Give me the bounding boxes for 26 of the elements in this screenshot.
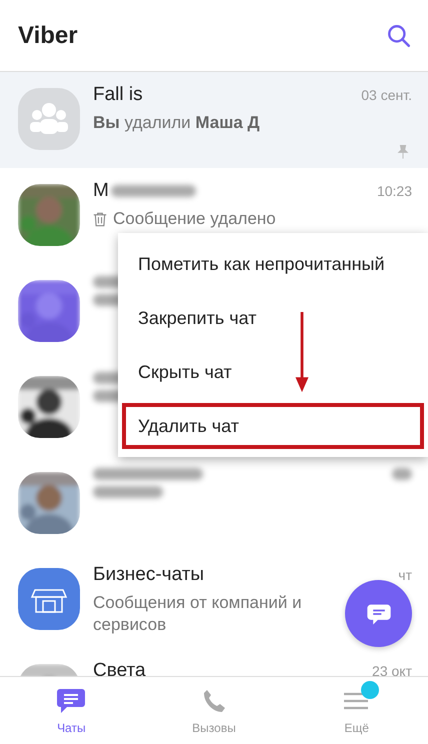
- compose-button[interactable]: [345, 580, 412, 647]
- chat-preview: Сообщения от компаний и сервисов: [93, 592, 303, 636]
- chat-time: чт: [398, 567, 412, 583]
- chat-time: 10:23: [376, 183, 412, 199]
- group-avatar: [18, 88, 80, 150]
- menu-item[interactable]: Удалить чат: [118, 399, 428, 453]
- pin-icon: [396, 144, 410, 160]
- chat-preview: Сообщение удалено: [113, 208, 276, 230]
- chat-time: 03 сент.: [361, 87, 412, 103]
- trash-icon: [93, 210, 107, 228]
- blurred-text: [392, 468, 412, 480]
- search-icon[interactable]: [386, 22, 412, 48]
- menu-item[interactable]: Закрепить чат: [118, 291, 428, 345]
- chat-name: Бизнес-чаты: [93, 564, 204, 586]
- storefront-icon: [18, 568, 80, 630]
- blurred-text: [93, 486, 163, 498]
- chat-icon: [56, 686, 86, 714]
- menu-item[interactable]: Пометить как непрочитанный: [118, 237, 428, 291]
- chat-name: Света: [93, 660, 146, 676]
- chat-name: Fall is: [93, 84, 143, 106]
- chat-preview: Вы удалили Маша Д: [93, 112, 260, 134]
- chat-name: M: [93, 180, 109, 202]
- menu-item[interactable]: Скрыть чат: [118, 345, 428, 399]
- app-title: Viber: [18, 22, 78, 50]
- chat-time: 23 окт: [372, 663, 412, 676]
- nav-tab[interactable]: Чаты: [0, 677, 143, 744]
